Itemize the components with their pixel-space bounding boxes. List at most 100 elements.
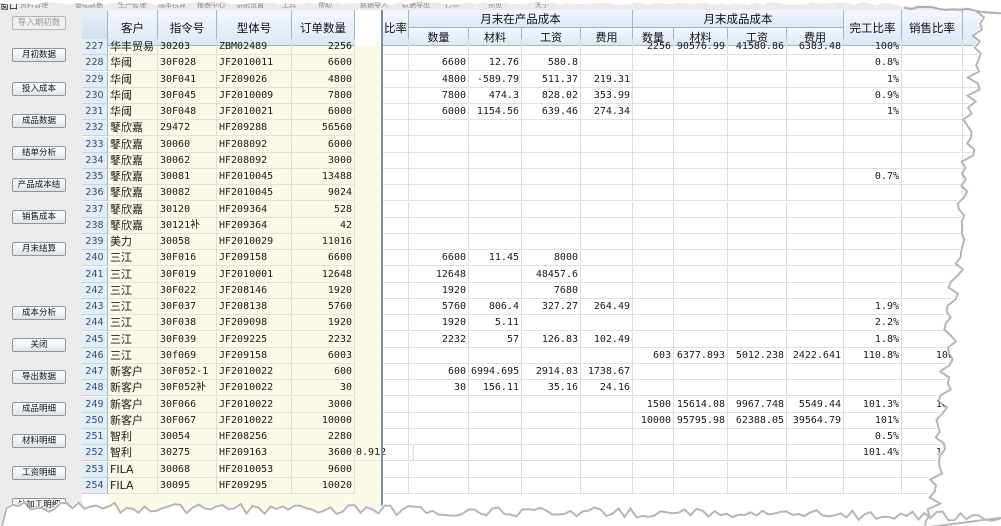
cell-order-no[interactable]: 30058 — [158, 234, 217, 250]
row-number[interactable]: 229 — [82, 72, 108, 88]
cell-wip-qty[interactable] — [409, 120, 469, 136]
cell-order-qty[interactable]: 12648 — [292, 267, 355, 283]
menu-item[interactable]: 成本核算 — [158, 0, 186, 10]
cell-wip-expense[interactable] — [581, 169, 633, 185]
cell-ratio[interactable] — [383, 315, 409, 331]
cell-finished-qty[interactable] — [633, 299, 674, 315]
cell-completion-ratio[interactable] — [844, 478, 902, 494]
row-number[interactable]: 247 — [82, 364, 108, 380]
cell-model-no[interactable]: HF2010045 — [217, 169, 292, 185]
cell-wip-qty[interactable] — [409, 153, 469, 169]
cell-completion-ratio[interactable] — [844, 218, 902, 234]
cell-completion-ratio[interactable] — [844, 234, 902, 250]
row-number[interactable]: 245 — [82, 332, 108, 348]
cell-order-no[interactable]: 30203 — [158, 39, 217, 55]
cell-finished-material[interactable] — [674, 202, 728, 218]
cell-finished-wage[interactable] — [728, 462, 787, 478]
cell-finished-material[interactable] — [674, 88, 728, 104]
menu-item[interactable]: 报表中心 — [197, 0, 225, 10]
cell-customer[interactable]: 三江 — [108, 348, 158, 364]
cell-customer[interactable]: 三江 — [108, 283, 158, 299]
cell-finished-wage[interactable] — [728, 445, 787, 461]
cell-finished-material[interactable]: 15614.08 — [674, 397, 728, 413]
cell-extra-ratio[interactable] — [963, 137, 1001, 153]
cell-wip-qty[interactable] — [409, 348, 469, 364]
cell-wip-wage[interactable] — [522, 169, 581, 185]
cell-sales-ratio[interactable] — [902, 72, 963, 88]
cell-wip-wage[interactable]: 126.83 — [522, 332, 581, 348]
cell-wip-expense[interactable] — [581, 234, 633, 250]
cell-order-qty[interactable]: 6003 — [292, 348, 355, 364]
cell-customer[interactable]: 美力 — [108, 234, 158, 250]
cell-completion-ratio[interactable] — [844, 137, 902, 153]
cell-finished-expense[interactable] — [787, 267, 844, 283]
cell-finished-wage[interactable] — [728, 55, 787, 71]
cell-wip-wage[interactable]: 8000 — [522, 250, 581, 266]
cell-finished-qty[interactable] — [633, 478, 674, 494]
cell-finished-expense[interactable] — [787, 120, 844, 136]
cell-order-qty[interactable]: 13488 — [292, 169, 355, 185]
cell-finished-material[interactable] — [674, 218, 728, 234]
cell-ratio[interactable] — [383, 202, 409, 218]
cell-wip-expense[interactable] — [581, 185, 633, 201]
cell-finished-wage[interactable] — [728, 429, 787, 445]
cell-wip-material[interactable] — [469, 234, 522, 250]
cell-finished-wage[interactable] — [728, 218, 787, 234]
cell-completion-ratio[interactable] — [844, 364, 902, 380]
row-number[interactable]: 234 — [82, 153, 108, 169]
cell-model-no[interactable]: HF208092 — [217, 153, 292, 169]
cell-finished-expense[interactable]: 6383.48 — [787, 39, 844, 55]
frozen-pane-splitter[interactable] — [381, 10, 383, 526]
cell-finished-qty[interactable]: 603 — [633, 348, 674, 364]
cell-wip-wage[interactable]: 7680 — [522, 283, 581, 299]
cell-wip-qty[interactable]: 1920 — [409, 315, 469, 331]
cell-extra-ratio[interactable] — [963, 218, 1001, 234]
cell-customer[interactable]: 新客户 — [108, 380, 158, 396]
cell-ratio[interactable] — [383, 120, 409, 136]
cell-wip-wage[interactable] — [522, 202, 581, 218]
cell-order-qty[interactable]: 1920 — [292, 315, 355, 331]
cell-wip-wage[interactable] — [522, 120, 581, 136]
cell-wip-material[interactable] — [469, 283, 522, 299]
cell-finished-qty[interactable] — [633, 202, 674, 218]
cell-wip-qty[interactable] — [409, 185, 469, 201]
cell-finished-wage[interactable] — [728, 267, 787, 283]
cell-ratio[interactable] — [383, 88, 409, 104]
cell-finished-expense[interactable] — [787, 234, 844, 250]
cell-ratio[interactable] — [383, 429, 409, 445]
cell-finished-material[interactable] — [674, 299, 728, 315]
menu-item[interactable]: 工具 — [282, 0, 296, 10]
cell-finished-expense[interactable] — [787, 185, 844, 201]
cell-extra-ratio[interactable] — [963, 185, 1001, 201]
row-number[interactable]: 244 — [82, 315, 108, 331]
cell-wip-wage[interactable] — [522, 462, 581, 478]
cell-order-no[interactable]: 30082 — [158, 185, 217, 201]
sidebar-button[interactable]: 成品明细 — [12, 402, 66, 416]
cell-wip-material[interactable] — [469, 429, 522, 445]
cell-wip-material[interactable]: 6994.695 — [469, 364, 522, 380]
cell-wip-material[interactable] — [469, 462, 522, 478]
cell-order-qty[interactable]: 6000 — [292, 104, 355, 120]
cell-completion-ratio[interactable]: 0.8% — [844, 55, 902, 71]
cell-finished-expense[interactable]: 2422.641 — [787, 348, 844, 364]
cell-customer[interactable]: 鼕欣嘉 — [108, 137, 158, 153]
cell-wip-qty[interactable] — [409, 429, 469, 445]
cell-finished-expense[interactable] — [787, 55, 844, 71]
cell-wip-expense[interactable]: 24.16 — [581, 380, 633, 396]
sidebar-button[interactable]: 销售成本 — [12, 210, 66, 224]
cell-customer[interactable]: 华阈 — [108, 72, 158, 88]
row-number[interactable]: 241 — [82, 267, 108, 283]
cell-order-qty[interactable]: 2232 — [292, 332, 355, 348]
cell-order-no[interactable]: 30F016 — [158, 250, 217, 266]
cell-model-no[interactable]: JF2010022 — [217, 380, 292, 396]
cell-order-qty[interactable]: 3000 — [292, 153, 355, 169]
cell-extra-ratio[interactable] — [963, 478, 1001, 494]
cell-wip-material[interactable] — [469, 348, 522, 364]
cell-finished-qty[interactable] — [633, 429, 674, 445]
cell-wip-wage[interactable] — [522, 445, 581, 461]
cell-sales-ratio[interactable]: 100% — [902, 445, 963, 461]
cell-completion-ratio[interactable] — [844, 202, 902, 218]
cell-extra-ratio[interactable]: 1.4 — [963, 445, 1001, 461]
menu-item[interactable]: 数据导出 — [402, 0, 430, 10]
cell-wip-material[interactable]: 474.3 — [469, 88, 522, 104]
